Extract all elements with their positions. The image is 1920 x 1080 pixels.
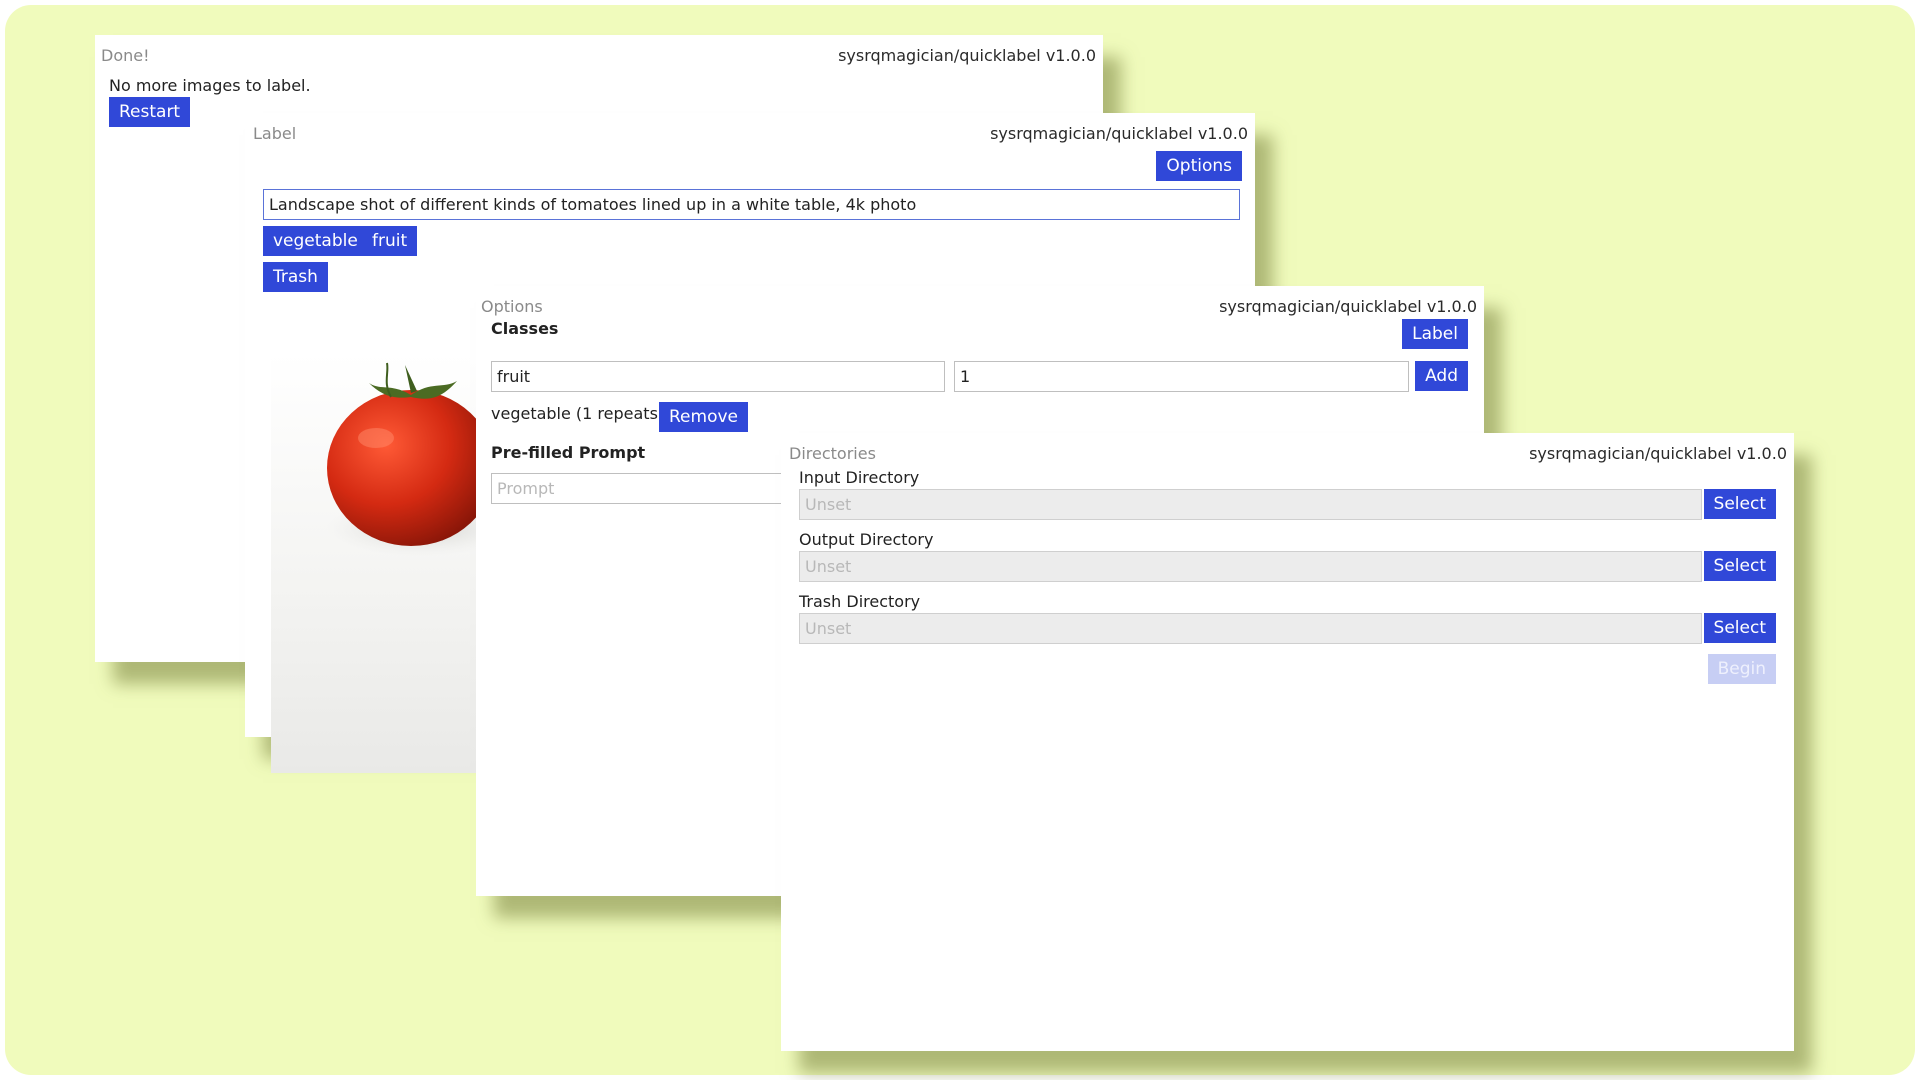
window-title: Done! [101,46,150,65]
classes-heading: Classes [491,319,559,338]
caption-input[interactable] [263,189,1240,220]
select-output-directory-button[interactable]: Select [1703,551,1776,581]
restart-button[interactable]: Restart [109,97,191,127]
window-title: Label [253,124,297,143]
begin-button[interactable]: Begin [1707,654,1776,684]
tomato-illustration [326,362,501,556]
class-button-vegetable[interactable]: vegetable [263,226,368,256]
app-version: sysrqmagician/quicklabel v1.0.0 [990,124,1248,143]
window-title: Options [481,297,543,316]
directories-window: Directories sysrqmagician/quicklabel v1.… [781,433,1794,1051]
class-button-fruit[interactable]: fruit [362,226,418,256]
output-directory-field [799,551,1702,582]
repeat-count-input[interactable] [954,361,1409,392]
remove-class-button[interactable]: Remove [659,402,748,432]
select-input-directory-button[interactable]: Select [1703,489,1776,519]
app-version: sysrqmagician/quicklabel v1.0.0 [838,46,1096,65]
select-trash-directory-button[interactable]: Select [1703,613,1776,643]
label-button[interactable]: Label [1402,319,1468,349]
app-version: sysrqmagician/quicklabel v1.0.0 [1219,297,1477,316]
output-directory-label: Output Directory [799,530,934,549]
prefilled-prompt-heading: Pre-filled Prompt [491,443,646,462]
trash-button[interactable]: Trash [263,262,328,292]
class-entry-vegetable: vegetable (1 repeats) [491,404,665,423]
app-version: sysrqmagician/quicklabel v1.0.0 [1529,444,1787,463]
class-name-input[interactable] [491,361,945,392]
done-message: No more images to label. [109,76,311,95]
trash-directory-field [799,613,1702,644]
tomato-image [271,353,501,773]
options-button[interactable]: Options [1156,151,1242,181]
input-directory-field [799,489,1702,520]
input-directory-label: Input Directory [799,468,920,487]
add-class-button[interactable]: Add [1415,361,1468,391]
window-title: Directories [789,444,876,463]
trash-directory-label: Trash Directory [799,592,921,611]
